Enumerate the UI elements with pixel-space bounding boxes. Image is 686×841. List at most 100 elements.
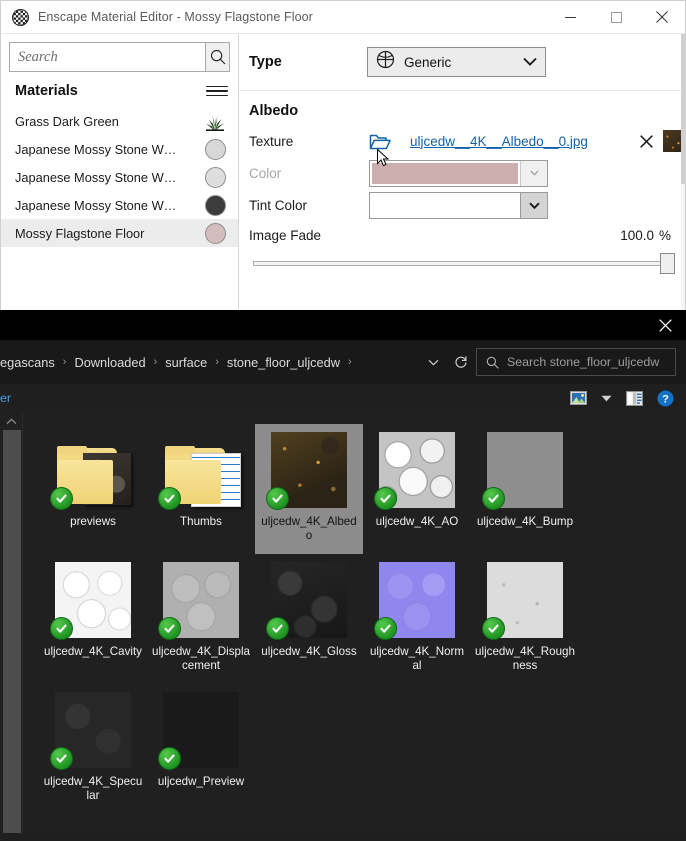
image-fade-slider[interactable]	[239, 249, 685, 279]
file-thumbnail	[270, 560, 348, 638]
material-swatch	[205, 195, 226, 216]
file-thumbnail	[378, 430, 456, 508]
close-icon[interactable]	[639, 2, 685, 33]
window-controls	[547, 2, 685, 33]
breadcrumb-separator-icon: ›	[63, 356, 67, 368]
list-item[interactable]: uljcedw_Preview	[147, 684, 255, 814]
folder-open-icon[interactable]	[369, 132, 391, 151]
list-item[interactable]: uljcedw_4K_Normal	[363, 554, 471, 684]
navigation-scrollbar[interactable]	[0, 412, 23, 833]
properties-scrollbar[interactable]	[681, 34, 685, 319]
list-item[interactable]: Japanese Mossy Stone W…	[1, 135, 238, 163]
image-fade-value: 100.0	[620, 228, 654, 243]
file-name: uljcedw_4K_Specular	[43, 775, 143, 803]
sync-check-icon	[158, 617, 181, 640]
chevron-down-icon	[523, 53, 537, 71]
file-name: uljcedw_4K_AO	[367, 515, 467, 529]
texture-label: Texture	[249, 134, 369, 149]
materials-panel: Materials Grass Dark Green	[1, 34, 239, 319]
type-value: Generic	[404, 55, 523, 70]
list-item-selected[interactable]: uljcedw_4K_Albedo	[255, 424, 363, 554]
close-icon[interactable]	[635, 135, 657, 148]
image-fade-unit: %	[659, 228, 671, 243]
list-item[interactable]: uljcedw_4K_Cavity	[39, 554, 147, 684]
file-name: previews	[43, 515, 143, 529]
maximize-icon[interactable]	[593, 2, 639, 33]
color-label: Color	[249, 166, 369, 181]
enscape-sphere-icon	[12, 9, 29, 26]
help-icon[interactable]: ?	[657, 390, 674, 407]
list-item[interactable]: Japanese Mossy Stone W…	[1, 191, 238, 219]
type-dropdown[interactable]: Generic	[367, 47, 546, 77]
albedo-section-title: Albedo	[239, 91, 685, 125]
breadcrumb-item[interactable]: stone_floor_uljcedw	[227, 355, 340, 370]
breadcrumb-item[interactable]: Downloaded	[74, 355, 145, 370]
minimize-icon[interactable]	[547, 2, 593, 33]
materials-list[interactable]: Grass Dark Green	[1, 106, 238, 319]
file-thumbnail	[162, 430, 240, 508]
sync-check-icon	[158, 747, 181, 770]
toolbar-left-label[interactable]: er	[0, 391, 11, 405]
preview-pane-icon[interactable]	[626, 391, 643, 406]
explorer-search-box[interactable]: Search stone_floor_uljcedw	[476, 348, 676, 376]
list-item[interactable]: previews	[39, 424, 147, 554]
texture-row: Texture uljcedw__4K__Albedo__0.jpg	[239, 125, 685, 157]
materials-header-label: Materials	[15, 83, 78, 99]
sync-check-icon	[482, 487, 505, 510]
breadcrumb-separator-icon: ›	[348, 356, 352, 368]
color-picker[interactable]	[369, 160, 548, 187]
list-item[interactable]: uljcedw_4K_Bump	[471, 424, 579, 554]
enscape-material-editor-window: Enscape Material Editor - Mossy Flagston…	[0, 0, 686, 318]
file-thumbnail	[54, 560, 132, 638]
materials-header: Materials	[1, 72, 238, 106]
scrollbar-thumb[interactable]	[3, 430, 21, 833]
material-name: Japanese Mossy Stone W…	[15, 142, 199, 157]
file-name: uljcedw_4K_Displacement	[151, 645, 251, 673]
chevron-up-icon[interactable]	[0, 412, 22, 430]
list-item[interactable]: uljcedw_4K_Roughness	[471, 554, 579, 684]
list-item[interactable]: uljcedw_4K_Gloss	[255, 554, 363, 684]
file-thumbnail	[54, 430, 132, 508]
file-thumbnail	[378, 560, 456, 638]
breadcrumb-separator-icon: ›	[215, 356, 219, 368]
grass-swatch-icon	[204, 112, 226, 131]
breadcrumb-item[interactable]: egascans	[0, 355, 55, 370]
list-item[interactable]: Thumbs	[147, 424, 255, 554]
sync-check-icon	[50, 747, 73, 770]
slider-track[interactable]	[253, 261, 667, 266]
material-sphere-icon	[376, 50, 395, 74]
list-item[interactable]: Japanese Mossy Stone W…	[1, 163, 238, 191]
close-icon[interactable]	[644, 310, 686, 340]
breadcrumb-item[interactable]: surface	[165, 355, 207, 370]
slider-thumb[interactable]	[660, 253, 675, 274]
material-name: Japanese Mossy Stone W…	[15, 170, 199, 185]
tint-color-picker[interactable]	[369, 192, 548, 219]
list-item[interactable]: uljcedw_4K_Specular	[39, 684, 147, 814]
chevron-down-icon[interactable]	[420, 359, 446, 366]
material-swatch	[205, 167, 226, 188]
editor-body: Materials Grass Dark Green	[1, 34, 685, 319]
large-icons-view-icon[interactable]	[570, 391, 587, 405]
tint-color-swatch	[372, 195, 518, 216]
list-item[interactable]: uljcedw_4K_Displacement	[147, 554, 255, 684]
chevron-down-icon[interactable]	[601, 395, 612, 402]
search-row	[1, 34, 238, 72]
search-input[interactable]	[9, 42, 205, 72]
color-row: Color	[239, 157, 685, 189]
refresh-icon[interactable]	[446, 355, 476, 369]
file-thumbnail	[486, 430, 564, 508]
list-item-selected[interactable]: Mossy Flagstone Floor	[1, 219, 238, 247]
material-name: Japanese Mossy Stone W…	[15, 198, 199, 213]
tint-color-label: Tint Color	[249, 198, 369, 213]
file-name: uljcedw_4K_Normal	[367, 645, 467, 673]
list-item[interactable]: Grass Dark Green	[1, 107, 238, 135]
hamburger-menu-icon[interactable]	[206, 82, 228, 100]
search-icon[interactable]	[205, 42, 230, 72]
explorer-title-bar	[0, 310, 686, 340]
address-bar: egascans › Downloaded › surface › stone_…	[0, 340, 686, 384]
texture-file-link[interactable]: uljcedw__4K__Albedo__0.jpg	[410, 134, 588, 149]
file-name: uljcedw_4K_Bump	[475, 515, 575, 529]
list-item[interactable]: uljcedw_4K_AO	[363, 424, 471, 554]
tint-color-row: Tint Color	[239, 189, 685, 221]
breadcrumb[interactable]: egascans › Downloaded › surface › stone_…	[0, 348, 420, 376]
